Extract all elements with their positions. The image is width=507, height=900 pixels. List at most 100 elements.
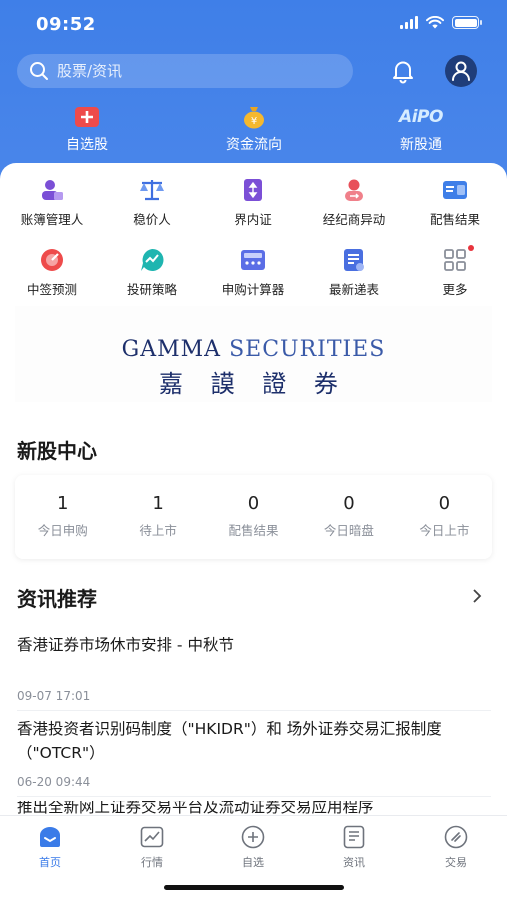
search-input[interactable]: [57, 62, 317, 80]
tab-label: 首页: [39, 856, 61, 869]
news-doc-icon: [314, 824, 394, 850]
status-bar: 09:52: [0, 0, 507, 50]
grid-label: 投研策略: [126, 282, 177, 297]
search-bar[interactable]: [17, 54, 353, 88]
grid-label: 账簿管理人: [20, 212, 84, 227]
grid-label: 界内证: [234, 212, 272, 227]
ipo-center-title: 新股中心: [17, 439, 97, 463]
person-id-icon: [2, 177, 102, 203]
grid-allotment-results[interactable]: 配售结果: [405, 177, 505, 228]
grid-label: 稳价人: [133, 212, 171, 227]
battery-icon: [452, 16, 482, 29]
promo-banner[interactable]: GAMMA SECURITIES 嘉 謨 證 券: [15, 306, 492, 402]
grid-ballot-prediction[interactable]: 中签预测: [2, 247, 102, 298]
news-item[interactable]: 香港证券市场休市安排 - 中秋节 09-07 17:01: [17, 633, 491, 711]
quick-link-label: 自选股: [66, 137, 108, 153]
main-content: 账簿管理人 稳价人 界内证 经纪商异动 配售结果 中签预测 投研策略 申购计算器…: [0, 163, 507, 815]
news-title: 推出全新网上证券交易平台及流动证券交易应用程序: [17, 801, 374, 815]
trade-swap-icon: [416, 824, 496, 850]
ipo-stat-label: 今日申购: [37, 523, 88, 538]
grid-more[interactable]: 更多: [405, 245, 505, 298]
quick-capital-flow[interactable]: ¥ 资金流向: [194, 104, 314, 154]
ipo-stat-label: 待上市: [139, 523, 177, 538]
quick-watchlist[interactable]: 自选股: [27, 104, 147, 154]
banner-brand-cn: 嘉 謨 證 券: [159, 370, 348, 398]
news-section-title: 资讯推荐: [17, 587, 97, 611]
tab-trade[interactable]: 交易: [416, 824, 496, 870]
ipo-stat-grey-market[interactable]: 0 今日暗盘: [301, 475, 396, 559]
aipo-logo-icon: AiPO: [361, 104, 481, 130]
tab-market[interactable]: 行情: [112, 824, 192, 870]
balance-scale-icon: [102, 177, 202, 203]
news-date: 06-20 09:44: [17, 775, 91, 789]
banner-brand-en: GAMMA SECURITIES: [15, 337, 492, 362]
id-card-icon: [405, 177, 505, 203]
calculator-icon: [203, 247, 303, 273]
search-icon: [30, 62, 48, 80]
bell-icon: [393, 61, 413, 84]
tab-label: 行情: [141, 856, 163, 869]
cellular-signal-icon: [400, 16, 418, 29]
news-title: 香港证券市场休市安排 - 中秋节: [17, 636, 234, 654]
grid-label: 配售结果: [429, 212, 480, 227]
broker-person-icon: [304, 177, 404, 203]
ipo-stat-value: 0: [247, 493, 260, 514]
quick-link-label: 新股通: [400, 137, 442, 153]
tab-news[interactable]: 资讯: [314, 824, 394, 870]
watchlist-add-icon: [27, 104, 147, 130]
grid-label: 中签预测: [26, 282, 77, 297]
news-date: 09-07 17:01: [17, 689, 91, 703]
quick-ipo-connect[interactable]: AiPO 新股通: [361, 104, 481, 154]
grid-latest-filings[interactable]: 最新递表: [304, 247, 404, 298]
grid-label: 经纪商异动: [322, 212, 386, 227]
ipo-stat-allotment[interactable]: 0 配售结果: [206, 475, 301, 559]
ipo-stat-today-subscription[interactable]: 1 今日申购: [15, 475, 110, 559]
wifi-icon: [426, 16, 444, 29]
ipo-stat-value: 0: [343, 493, 355, 514]
ipo-center-card: 1 今日申购 1 待上市 0 配售结果 0 今日暗盘 0 今日上市: [15, 475, 492, 559]
grid-broker-movement[interactable]: 经纪商异动: [304, 177, 404, 228]
chevron-right-icon[interactable]: [471, 588, 483, 604]
profile-button[interactable]: [445, 55, 477, 87]
news-item[interactable]: 推出全新网上证券交易平台及流动证券交易应用程序: [17, 801, 491, 815]
grid-bookrunner[interactable]: 账簿管理人: [2, 177, 102, 228]
tab-watchlist[interactable]: 自选: [213, 824, 293, 870]
notification-dot: [468, 245, 474, 251]
ipo-stat-label: 今日暗盘: [323, 523, 374, 538]
tab-label: 资讯: [343, 856, 365, 869]
money-bag-icon: ¥: [194, 104, 314, 130]
aipo-logo-text: AiPO: [399, 107, 443, 127]
ipo-stat-today-listing[interactable]: 0 今日上市: [397, 475, 492, 559]
grid-label: 最新递表: [328, 282, 379, 297]
grid-research-strategy[interactable]: 投研策略: [102, 247, 202, 298]
home-icon: [10, 824, 90, 850]
grid-label: 更多: [442, 282, 468, 297]
grid-inline-warrant[interactable]: 界内证: [203, 177, 303, 228]
tab-label: 交易: [445, 856, 467, 869]
tab-home[interactable]: 首页: [10, 824, 90, 870]
user-icon: [452, 61, 470, 81]
news-item[interactable]: 香港投资者识别码制度（"HKIDR"）和 场外证券交易汇报制度（"OTCR"） …: [17, 717, 491, 797]
grid-stabilizer[interactable]: 稳价人: [102, 177, 202, 228]
chart-bubble-icon: [102, 247, 202, 273]
quick-link-label: 资金流向: [226, 137, 282, 153]
ipo-stat-pending-listing[interactable]: 1 待上市: [110, 475, 205, 559]
status-icons: [400, 16, 482, 29]
banner-brand-word2: SECURITIES: [229, 337, 386, 362]
svg-text:¥: ¥: [251, 116, 257, 127]
ipo-stat-value: 1: [56, 493, 69, 514]
news-title: 香港投资者识别码制度（"HKIDR"）和 场外证券交易汇报制度（"OTCR"）: [17, 720, 442, 762]
document-icon: [304, 247, 404, 273]
ipo-stat-value: 1: [152, 493, 164, 514]
plus-circle-icon: [213, 824, 293, 850]
grid-four-icon: [405, 245, 505, 273]
grid-subscription-calculator[interactable]: 申购计算器: [203, 247, 303, 298]
notification-button[interactable]: [387, 55, 419, 87]
grid-label: 申购计算器: [221, 282, 285, 297]
status-time: 09:52: [36, 14, 96, 35]
updown-card-icon: [203, 177, 303, 203]
ipo-stat-label: 配售结果: [228, 523, 279, 538]
ipo-stat-label: 今日上市: [419, 523, 470, 538]
app-header: 09:52 股票/资讯 自选股 ¥ 资金流向 AiPO 新股通: [0, 0, 507, 185]
tab-label: 自选: [242, 856, 264, 869]
